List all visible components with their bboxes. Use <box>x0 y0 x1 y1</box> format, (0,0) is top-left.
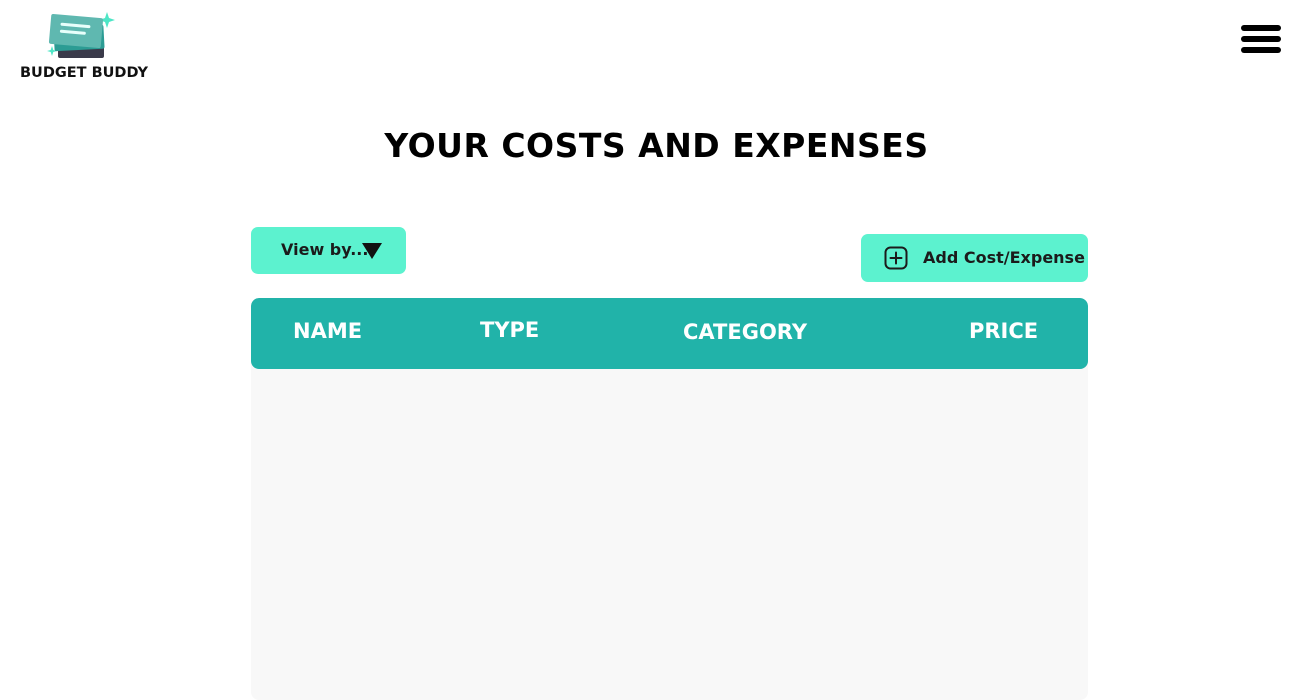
stacked-cards-logo-icon <box>47 12 115 58</box>
table-header: NAME TYPE CATEGORY PRICE <box>251 298 1088 369</box>
add-cost-expense-button[interactable]: Add Cost/Expense <box>861 234 1088 282</box>
triangle-down-icon <box>362 243 382 259</box>
column-header-category[interactable]: CATEGORY <box>683 320 807 344</box>
expenses-table: NAME TYPE CATEGORY PRICE <box>251 298 1088 700</box>
view-by-label: View by... <box>281 240 369 259</box>
menu-bar <box>1241 36 1281 42</box>
column-header-price[interactable]: PRICE <box>969 319 1038 343</box>
view-by-dropdown[interactable]: View by... <box>251 227 406 274</box>
plus-square-icon <box>884 246 908 270</box>
add-cost-expense-label: Add Cost/Expense <box>923 248 1085 267</box>
menu-bar <box>1241 47 1281 53</box>
table-body <box>251 369 1088 700</box>
logo[interactable]: BUDGET BUDDY <box>20 12 150 84</box>
column-header-type[interactable]: TYPE <box>480 318 539 342</box>
page-title: YOUR COSTS AND EXPENSES <box>384 126 929 165</box>
hamburger-menu-icon[interactable] <box>1241 24 1283 56</box>
logo-text: BUDGET BUDDY <box>20 65 148 81</box>
column-header-name[interactable]: NAME <box>293 319 362 343</box>
menu-bar <box>1241 25 1281 31</box>
